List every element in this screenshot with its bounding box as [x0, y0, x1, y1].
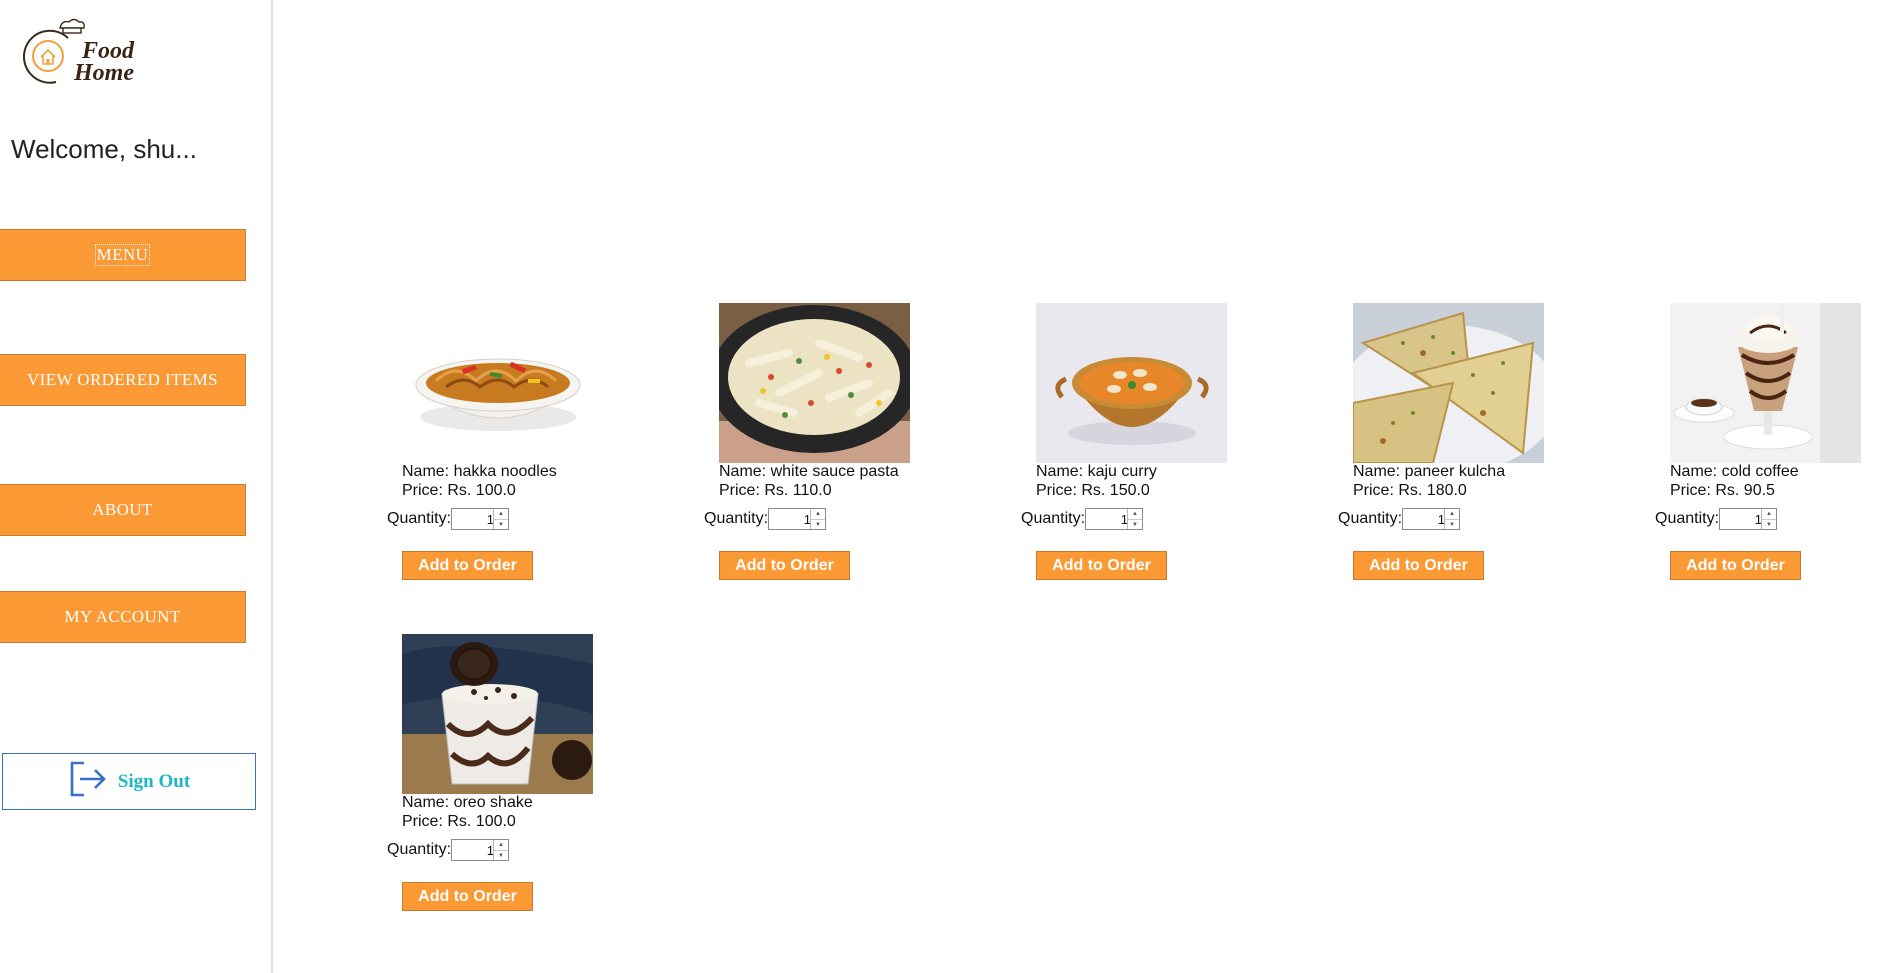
stepper-up-icon[interactable]: ▲ [494, 509, 509, 520]
item-name: Name: white sauce pasta [719, 463, 899, 480]
my-account-label: MY ACCOUNT [64, 607, 181, 626]
quantity-value: 1 [486, 842, 495, 858]
add-to-order-button[interactable]: Add to Order [1036, 551, 1167, 580]
sidebar: Food Home Welcome, shu... MENU VIEW ORDE… [0, 0, 273, 973]
menu-button-label: MENU [94, 244, 151, 266]
quantity-row: Quantity: 1 ▲ ▼ [387, 508, 510, 530]
quantity-stepper[interactable]: 1 ▲ ▼ [1719, 508, 1778, 530]
item-price: Price: Rs. 100.0 [402, 482, 516, 499]
pasta-image [719, 303, 910, 463]
quantity-row: Quantity: 1 ▲ ▼ [1655, 508, 1778, 530]
curry-image [1036, 303, 1227, 463]
item-price: Price: Rs. 90.5 [1670, 482, 1775, 499]
stepper-down-icon[interactable]: ▼ [811, 520, 825, 530]
quantity-stepper[interactable]: 1 ▲ ▼ [451, 839, 510, 861]
item-price: Price: Rs. 150.0 [1036, 482, 1150, 499]
add-to-order-button[interactable]: Add to Order [1353, 551, 1484, 580]
sign-out-button[interactable]: Sign Out [2, 753, 256, 810]
quantity-value: 1 [1437, 511, 1446, 527]
quantity-label: Quantity: [704, 510, 769, 527]
menu-button[interactable]: MENU [0, 229, 246, 281]
quantity-row: Quantity: 1 ▲ ▼ [1021, 508, 1144, 530]
add-to-order-button[interactable]: Add to Order [402, 551, 533, 580]
quantity-label: Quantity: [1655, 510, 1720, 527]
logo-text-home: Home [73, 60, 134, 86]
item-price: Price: Rs. 100.0 [402, 813, 516, 830]
item-name: Name: paneer kulcha [1353, 463, 1506, 480]
view-ordered-items-button[interactable]: VIEW ORDERED ITEMS [0, 354, 246, 406]
stepper-down-icon[interactable]: ▼ [494, 520, 508, 530]
add-to-order-button[interactable]: Add to Order [402, 882, 533, 911]
sign-out-icon [68, 759, 108, 804]
stepper-down-icon[interactable]: ▼ [1445, 520, 1459, 530]
coffee-image [1670, 303, 1861, 463]
quantity-row: Quantity: 1 ▲ ▼ [1338, 508, 1461, 530]
stepper-down-icon[interactable]: ▼ [1128, 520, 1142, 530]
quantity-value: 1 [1120, 511, 1129, 527]
stepper-down-icon[interactable]: ▼ [494, 851, 508, 861]
quantity-value: 1 [803, 511, 812, 527]
my-account-button[interactable]: MY ACCOUNT [0, 591, 246, 643]
item-name: Name: hakka noodles [402, 463, 557, 480]
quantity-stepper[interactable]: 1 ▲ ▼ [451, 508, 510, 530]
item-name: Name: cold coffee [1670, 463, 1799, 480]
quantity-label: Quantity: [387, 510, 452, 527]
item-price: Price: Rs. 180.0 [1353, 482, 1467, 499]
kulcha-image [1353, 303, 1544, 463]
quantity-stepper[interactable]: 1 ▲ ▼ [768, 508, 827, 530]
about-button[interactable]: ABOUT [0, 484, 246, 536]
quantity-value: 1 [486, 511, 495, 527]
welcome-text: Welcome, shu... [11, 134, 197, 164]
noodles-image [402, 303, 593, 463]
quantity-stepper[interactable]: 1 ▲ ▼ [1085, 508, 1144, 530]
stepper-up-icon[interactable]: ▲ [1762, 509, 1777, 520]
food-home-logo: Food Home [20, 16, 150, 90]
view-ordered-items-label: VIEW ORDERED ITEMS [26, 370, 219, 389]
quantity-row: Quantity: 1 ▲ ▼ [387, 839, 510, 861]
item-name: Name: oreo shake [402, 794, 533, 811]
about-label: ABOUT [92, 500, 153, 519]
item-name: Name: kaju curry [1036, 463, 1157, 480]
stepper-down-icon[interactable]: ▼ [1762, 520, 1776, 530]
quantity-value: 1 [1754, 511, 1763, 527]
stepper-up-icon[interactable]: ▲ [1128, 509, 1143, 520]
quantity-label: Quantity: [1338, 510, 1403, 527]
stepper-up-icon[interactable]: ▲ [811, 509, 826, 520]
add-to-order-button[interactable]: Add to Order [719, 551, 850, 580]
quantity-label: Quantity: [387, 841, 452, 858]
add-to-order-button[interactable]: Add to Order [1670, 551, 1801, 580]
item-price: Price: Rs. 110.0 [719, 482, 832, 499]
sign-out-label: Sign Out [117, 770, 191, 792]
shake-image [402, 634, 593, 794]
quantity-stepper[interactable]: 1 ▲ ▼ [1402, 508, 1461, 530]
quantity-row: Quantity: 1 ▲ ▼ [704, 508, 827, 530]
stepper-up-icon[interactable]: ▲ [494, 840, 509, 851]
quantity-label: Quantity: [1021, 510, 1086, 527]
stepper-up-icon[interactable]: ▲ [1445, 509, 1460, 520]
